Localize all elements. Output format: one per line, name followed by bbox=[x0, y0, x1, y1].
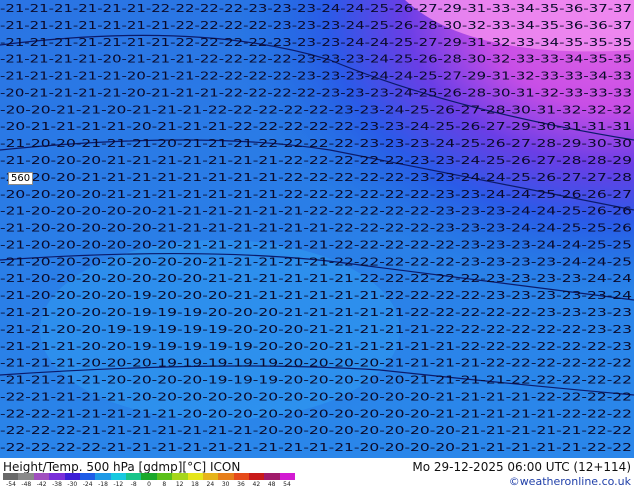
legend-tick: 36 bbox=[237, 481, 245, 488]
legend-swatch bbox=[187, 473, 203, 480]
legend-tick: -8 bbox=[130, 481, 137, 488]
temperature-row: -21-20-20-20-20-19-20-20-20-21-21-21-21-… bbox=[0, 289, 632, 302]
legend-swatch bbox=[110, 473, 126, 480]
temperature-row: -22-22-21-21-21-21-21-20-20-20-20-20-20-… bbox=[0, 407, 632, 420]
legend-tick: -48 bbox=[21, 481, 32, 488]
temperature-row: -21-20-20-20-21-21-21-21-21-21-21-22-22-… bbox=[0, 154, 632, 167]
legend-tick: 54 bbox=[283, 481, 291, 488]
temperature-row: -21-21-20-20-19-19-19-19-19-20-20-20-21-… bbox=[0, 323, 632, 336]
temperature-row: -21-21-21-21-21-20-21-21-22-22-22-22-23-… bbox=[0, 70, 632, 83]
legend-swatch bbox=[264, 473, 280, 480]
temperature-row: -20-21-21-21-21-20-21-21-21-22-22-22-22-… bbox=[0, 86, 632, 99]
legend-tick: -30 bbox=[67, 481, 78, 488]
legend-tick: 48 bbox=[267, 481, 276, 488]
legend-swatch bbox=[95, 473, 111, 480]
legend-swatch bbox=[126, 473, 142, 480]
temperature-row: -21-21-21-21-21-21-21-22-22-22-22-23-23-… bbox=[0, 19, 632, 32]
footer: Height/Temp. 500 hPa [gdmp][°C] ICON Mo … bbox=[0, 458, 634, 490]
temperature-row: -21-20-20-20-20-20-21-21-21-21-21-21-21-… bbox=[0, 222, 632, 235]
legend-swatch bbox=[233, 473, 249, 480]
legend-tick: -54 bbox=[6, 481, 16, 488]
temperature-row: -21-20-20-20-20-20-20-21-21-21-21-21-21-… bbox=[0, 238, 632, 251]
legend-swatch bbox=[279, 473, 296, 480]
temperature-row: -20-21-21-21-21-20-21-21-21-22-22-22-22-… bbox=[0, 120, 632, 133]
temperature-row: -22-22-22-21-21-21-21-21-21-21-20-20-20-… bbox=[0, 424, 632, 437]
temperature-row: -21-20-20-20-20-20-21-21-21-21-21-21-22-… bbox=[0, 205, 632, 218]
legend-tick: -24 bbox=[82, 481, 93, 488]
legend-tick: 18 bbox=[191, 481, 199, 488]
temperature-row: -21-20-20-20-20-20-20-20-21-21-21-21-21-… bbox=[0, 255, 632, 268]
legend-tick: 24 bbox=[206, 481, 215, 488]
legend-swatch bbox=[64, 473, 80, 480]
temperature-row: -22-21-21-21-21-20-20-20-20-20-20-20-20-… bbox=[0, 390, 632, 403]
legend-swatch bbox=[172, 473, 188, 480]
legend-tick: -42 bbox=[36, 481, 47, 488]
legend-swatch bbox=[49, 473, 65, 480]
legend-ticks: -54 -48 -42 -38 -30 -24 -18 -12 -8 0 8 12 18 24 30 36 42… bbox=[3, 481, 295, 489]
color-legend: -54 -48 -42 -38 -30 -24 -18 -12 -8 0 8 12 18 24 30 36 42… bbox=[3, 473, 296, 489]
temperature-row: -20-20-20-20-21-21-21-21-21-21-21-22-22-… bbox=[0, 188, 632, 201]
temperature-row: -21-21-21-21-20-21-21-21-22-22-22-22-23-… bbox=[0, 53, 632, 66]
legend-tick: -18 bbox=[98, 481, 108, 488]
legend-swatch bbox=[3, 473, 19, 480]
legend-tick: 42 bbox=[252, 481, 261, 488]
temperature-row: -21-20-20-21-21-21-20-21-21-21-22-22-22-… bbox=[0, 137, 632, 150]
legend-swatch bbox=[33, 473, 50, 480]
temperature-row: -20-20-20-21-21-21-21-21-21-21-21-22-22-… bbox=[0, 171, 632, 184]
legend-tick: -38 bbox=[52, 481, 62, 488]
legend-tick: 8 bbox=[162, 481, 167, 488]
temperature-row: -21-21-21-20-20-19-19-19-19-19-20-20-20-… bbox=[0, 340, 632, 353]
temperature-row: -21-21-21-21-20-20-20-20-19-19-19-20-20-… bbox=[0, 374, 632, 387]
temperature-row: -21-21-21-21-21-21-21-22-22-22-22-23-23-… bbox=[0, 36, 632, 49]
temperature-row: -21-21-21-21-21-21-22-22-22-22-23-23-23-… bbox=[0, 2, 632, 15]
legend-color-bar bbox=[3, 473, 296, 480]
temperature-row: -22-22-22-22-21-21-21-21-21-21-21-21-21-… bbox=[0, 441, 632, 454]
legend-tick: 12 bbox=[175, 481, 184, 488]
contour-label: 560 bbox=[8, 172, 34, 185]
legend-swatch bbox=[249, 473, 265, 480]
temperature-map: -21-21-21-21-21-21-22-22-22-22-23-23-23-… bbox=[0, 0, 634, 490]
valid-time: Mo 29-12-2025 06:00 UTC (12+114) bbox=[412, 460, 631, 474]
legend-tick: 30 bbox=[221, 481, 230, 488]
legend-swatch bbox=[218, 473, 234, 480]
temperature-values: -21-21-21-21-21-21-22-22-22-22-23-23-23-… bbox=[0, 2, 632, 454]
legend-swatch bbox=[18, 473, 34, 480]
temperature-row: -21-21-20-20-20-19-19-19-20-20-20-21-21-… bbox=[0, 306, 632, 319]
temperature-row: -21-20-20-20-20-20-20-20-21-21-21-21-21-… bbox=[0, 272, 632, 285]
legend-swatch bbox=[156, 473, 173, 480]
temperature-row: -21-21-21-20-20-20-19-19-19-19-19-20-20-… bbox=[0, 357, 632, 370]
credit-link[interactable]: ©weatheronline.co.uk bbox=[509, 475, 631, 488]
legend-tick: -12 bbox=[113, 481, 124, 488]
legend-swatch bbox=[79, 473, 96, 480]
temperature-row: -20-20-21-21-20-21-21-21-22-22-22-22-22-… bbox=[0, 103, 632, 116]
legend-swatch bbox=[202, 473, 219, 480]
legend-tick: 0 bbox=[147, 481, 151, 488]
map-title: Height/Temp. 500 hPa [gdmp][°C] ICON bbox=[3, 460, 241, 474]
legend-swatch bbox=[141, 473, 157, 480]
